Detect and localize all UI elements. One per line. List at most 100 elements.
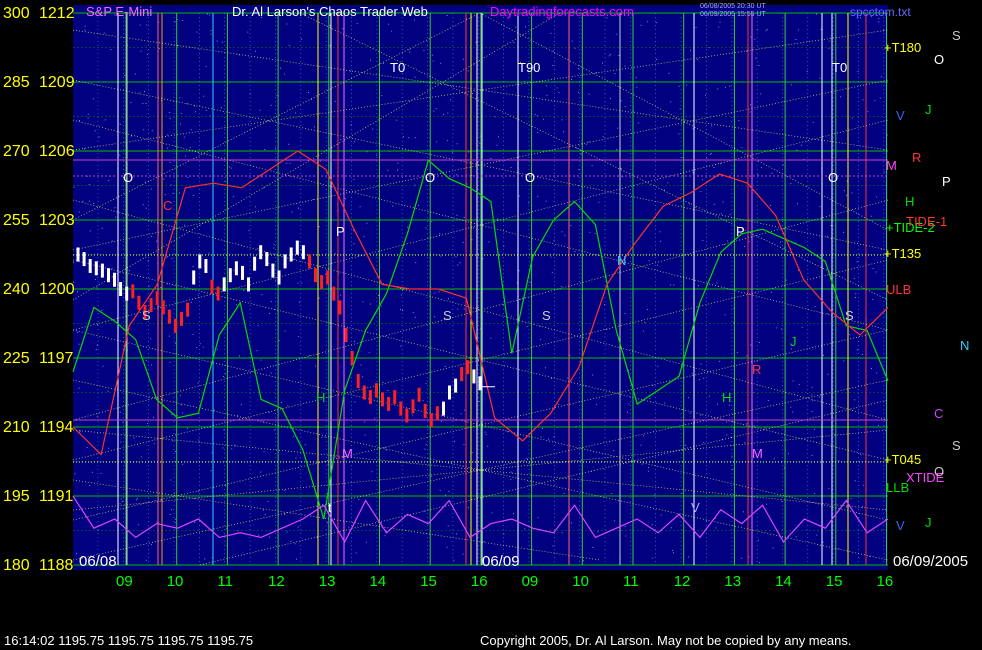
star [700, 363, 702, 365]
x-hour-label: 14 [775, 573, 792, 590]
star [78, 120, 80, 121]
star [409, 51, 411, 53]
star [736, 352, 738, 354]
star [618, 55, 620, 56]
star [135, 73, 137, 75]
star [660, 240, 662, 242]
star [273, 247, 275, 249]
star [197, 294, 199, 296]
star [552, 545, 554, 547]
star [167, 283, 168, 285]
star [100, 472, 102, 474]
star [876, 372, 878, 374]
star [100, 309, 102, 311]
y-label-price: 1188 [39, 557, 74, 574]
star [382, 381, 384, 383]
x-hour-label: 11 [217, 573, 233, 590]
star [610, 98, 611, 100]
star [400, 294, 402, 296]
star [225, 373, 227, 375]
star [269, 536, 270, 538]
star [862, 99, 864, 101]
star [287, 405, 289, 407]
star [558, 92, 560, 94]
star [724, 314, 726, 316]
star [334, 253, 336, 255]
star [732, 468, 734, 470]
star [812, 121, 814, 123]
star [460, 413, 462, 415]
star [713, 167, 715, 168]
star [278, 340, 280, 342]
star [86, 447, 88, 448]
star [867, 111, 869, 113]
star [746, 355, 748, 357]
star [380, 522, 382, 524]
star [163, 178, 165, 180]
marker-label: R [752, 362, 761, 377]
star [196, 346, 198, 348]
x-date-label: 06/08 [79, 553, 117, 570]
star [145, 559, 147, 561]
star [432, 60, 434, 62]
marker-label: M [342, 446, 353, 461]
star [172, 192, 174, 194]
star [257, 247, 259, 249]
star [846, 180, 848, 182]
star [205, 65, 207, 67]
star [119, 503, 121, 505]
star [498, 136, 499, 138]
star [468, 151, 470, 153]
star [524, 528, 526, 530]
star [111, 240, 113, 242]
star [185, 155, 187, 157]
site-link[interactable]: Daytradingforecasts.com [490, 4, 634, 19]
star [792, 380, 794, 382]
star [592, 547, 594, 548]
star [719, 360, 721, 362]
star [286, 162, 288, 164]
star [583, 560, 584, 562]
star [384, 447, 386, 449]
star [710, 152, 712, 154]
y-label-left: 195 [3, 488, 30, 505]
star [146, 24, 148, 26]
star [617, 127, 619, 129]
star [717, 88, 719, 90]
star [702, 179, 704, 181]
star [276, 95, 278, 97]
star [325, 273, 326, 275]
star [834, 14, 836, 16]
star [340, 294, 342, 296]
star [782, 164, 784, 166]
star [709, 154, 711, 155]
star [592, 374, 594, 376]
star [288, 143, 290, 145]
star [853, 278, 855, 279]
x-hour-label: 09 [522, 573, 539, 590]
star [230, 167, 232, 169]
star [479, 142, 481, 144]
star [713, 203, 715, 205]
star [862, 506, 863, 508]
star [594, 232, 596, 234]
star [814, 306, 816, 308]
star [414, 76, 416, 78]
right-label: +T135 [884, 246, 921, 261]
star [261, 294, 263, 296]
marker-label: H [316, 390, 325, 405]
star [790, 406, 792, 408]
star [202, 346, 204, 348]
y-label-left: 210 [3, 419, 30, 436]
star [260, 471, 262, 473]
star [772, 547, 774, 549]
star [838, 460, 840, 462]
star [130, 102, 132, 104]
star [655, 22, 657, 24]
star [294, 258, 296, 260]
star [695, 27, 697, 29]
star [540, 436, 542, 438]
star [635, 77, 637, 79]
right-label: C [934, 406, 943, 421]
star [362, 301, 364, 303]
